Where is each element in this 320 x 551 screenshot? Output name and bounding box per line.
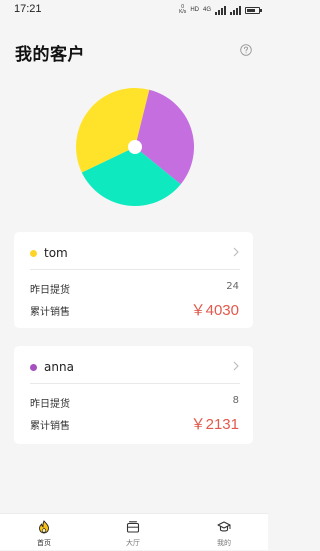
chevron-right-icon[interactable]: [232, 361, 240, 371]
status-time: 17:21: [14, 3, 42, 15]
status-bar: 17:21 0 K/s HD 4G: [0, 0, 268, 20]
yesterday-pickup-value: 8: [232, 395, 239, 406]
total-sales-value: ￥4030: [190, 302, 239, 319]
signal-icon-2: [230, 5, 241, 15]
yesterday-pickup-label: 昨日提货: [30, 285, 70, 296]
tab-hall[interactable]: 大厅: [103, 514, 163, 551]
yesterday-pickup-value: 24: [226, 281, 239, 292]
total-sales-value: ￥2131: [190, 416, 239, 433]
hall-icon: [126, 521, 140, 533]
customer-color-dot: [30, 364, 37, 371]
network-type-label: 4G: [202, 7, 211, 13]
total-sales-label: 累计销售: [30, 421, 70, 432]
tab-mine[interactable]: 我的: [194, 514, 254, 551]
page-title: 我的客户: [15, 45, 85, 65]
tab-home[interactable]: 首页: [14, 514, 74, 551]
chevron-right-icon[interactable]: [232, 247, 240, 257]
tab-label: 我的: [217, 539, 231, 547]
tab-label: 大厅: [126, 539, 140, 547]
graduation-cap-icon: [217, 521, 231, 532]
pie-chart-svg: [75, 87, 194, 206]
battery-icon: [245, 6, 262, 14]
customer-card[interactable]: anna 昨日提货 8 累计销售 ￥2131: [14, 346, 253, 444]
network-speed-unit: K/s: [179, 9, 187, 15]
signal-icon: [215, 5, 226, 15]
home-flame-icon: [39, 520, 49, 534]
customer-card-header[interactable]: anna: [14, 346, 253, 384]
tab-label: 首页: [37, 539, 51, 547]
divider: [30, 269, 240, 270]
total-sales-label: 累计销售: [30, 307, 70, 318]
customer-pie-chart: [75, 87, 194, 206]
question-circle-icon[interactable]: [240, 44, 252, 56]
pie-center-hole: [128, 140, 142, 154]
divider: [30, 383, 240, 384]
customer-color-dot: [30, 250, 37, 257]
network-speed: 0 K/s: [179, 5, 186, 15]
yesterday-pickup-label: 昨日提货: [30, 399, 70, 410]
bottom-tab-bar: 首页 大厅 我的: [0, 513, 268, 550]
customer-card-header[interactable]: tom: [14, 232, 253, 270]
customer-name: anna: [44, 360, 74, 374]
status-icons: 0 K/s HD 4G: [179, 3, 262, 17]
customer-card[interactable]: tom 昨日提货 24 累计销售 ￥4030: [14, 232, 253, 328]
customer-name: tom: [44, 246, 68, 260]
hd-label: HD: [190, 7, 199, 13]
